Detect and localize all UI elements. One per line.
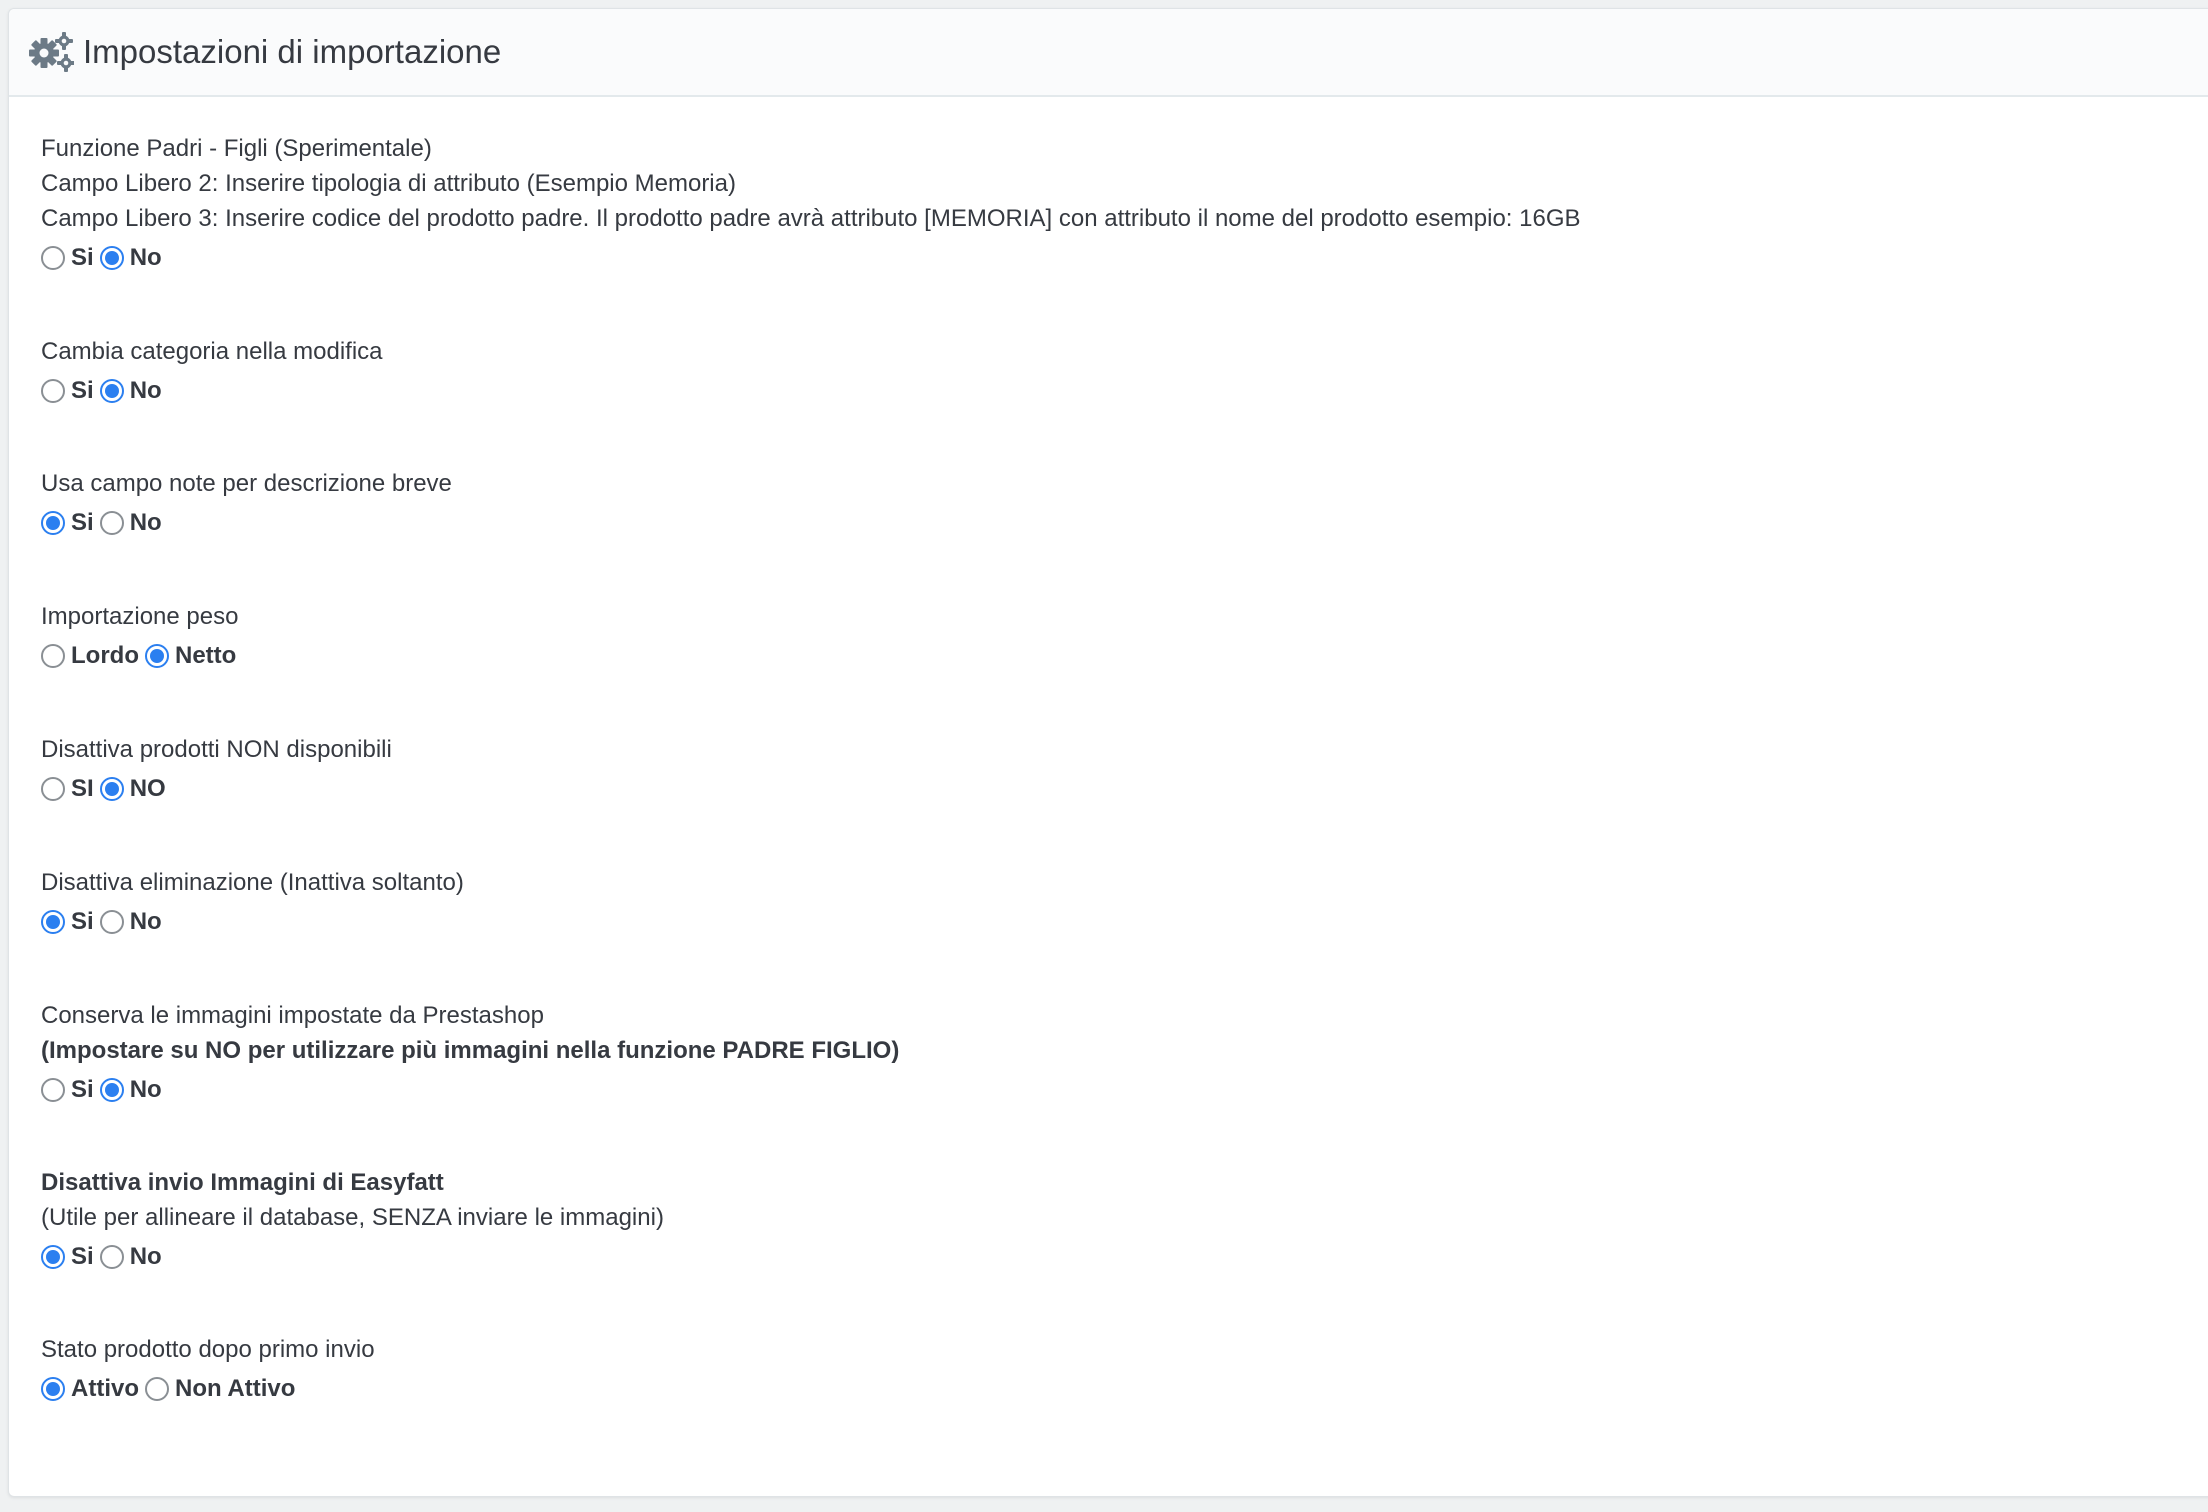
radio-button-netto[interactable]	[144, 644, 169, 668]
radio-group: Si No	[41, 1238, 664, 1276]
radio-button-no[interactable]	[99, 379, 124, 403]
radio-label[interactable]: Si	[71, 1076, 94, 1104]
setting-group: Usa campo note per descrizione breve Si No	[41, 466, 452, 542]
radio-label[interactable]: No	[130, 1076, 162, 1104]
radio-group: Attivo Non Attivo	[41, 1370, 375, 1408]
radio-label[interactable]: Si	[71, 908, 94, 936]
setting-description: (Utile per allineare il database, SENZA …	[41, 1204, 664, 1231]
setting-label: Disattiva invio Immagini di Easyfatt	[41, 1169, 444, 1196]
setting-label: Disattiva eliminazione (Inattiva soltant…	[41, 869, 464, 896]
radio-label[interactable]: No	[130, 377, 162, 405]
setting-group: Disattiva prodotti NON disponibili SI NO	[41, 732, 392, 808]
radio-group: Si No	[41, 504, 452, 542]
radio-button-attivo[interactable]	[41, 1377, 65, 1401]
radio-group: Lordo Netto	[41, 637, 242, 675]
radio-button-non-attivo[interactable]	[145, 1377, 169, 1401]
radio-button-no[interactable]	[99, 1245, 124, 1269]
setting-description: (Impostare su NO per utilizzare più imma…	[41, 1037, 900, 1064]
setting-label: Funzione Padri - Figli (Sperimentale)	[41, 135, 432, 162]
setting-group: Disattiva invio Immagini di Easyfatt (Uti…	[41, 1165, 664, 1276]
radio-button-no[interactable]	[99, 777, 124, 801]
radio-label[interactable]: Netto	[175, 642, 236, 670]
radio-group: SI NO	[41, 770, 392, 808]
panel-title: Impostazioni di importazione	[83, 33, 502, 70]
radio-label[interactable]: Lordo	[71, 642, 139, 670]
radio-button-si[interactable]	[41, 910, 65, 934]
setting-label: Usa campo note per descrizione breve	[41, 470, 452, 497]
setting-label: Importazione peso	[41, 603, 239, 630]
setting-group: Importazione peso Lordo Netto	[41, 599, 242, 675]
radio-button-no[interactable]	[99, 910, 124, 934]
radio-label[interactable]: Si	[71, 244, 94, 272]
radio-label[interactable]: No	[130, 1243, 162, 1271]
setting-description: Campo Libero 3: Inserire codice del prod…	[41, 205, 1581, 232]
radio-label[interactable]: Si	[71, 1243, 94, 1271]
setting-label: Disattiva prodotti NON disponibili	[41, 736, 392, 763]
radio-button-si[interactable]	[41, 1245, 65, 1269]
setting-group: Funzione Padri - Figli (Sperimentale) Cam…	[41, 131, 1581, 277]
radio-button-lordo[interactable]	[41, 644, 65, 668]
radio-label[interactable]: NO	[130, 775, 166, 803]
radio-button-no[interactable]	[99, 511, 124, 535]
radio-label[interactable]: Attivo	[71, 1375, 139, 1403]
setting-label: Stato prodotto dopo primo invio	[41, 1336, 375, 1363]
radio-label[interactable]: Non Attivo	[175, 1375, 295, 1403]
radio-group: Si No	[41, 239, 1581, 277]
gears-icon	[29, 32, 74, 72]
setting-group: Cambia categoria nella modifica Si No	[41, 334, 383, 410]
radio-button-si[interactable]	[41, 246, 65, 270]
radio-group: Si No	[41, 372, 383, 410]
radio-label[interactable]: No	[130, 908, 162, 936]
setting-group: Stato prodotto dopo primo invio Attivo Non…	[41, 1332, 375, 1408]
radio-label[interactable]: Si	[71, 377, 94, 405]
radio-label[interactable]: No	[130, 509, 162, 537]
radio-button-si[interactable]	[41, 777, 65, 801]
radio-label[interactable]: Si	[71, 509, 94, 537]
radio-button-no[interactable]	[99, 246, 124, 270]
radio-group: Si No	[41, 1071, 899, 1109]
radio-label[interactable]: No	[130, 244, 162, 272]
radio-button-si[interactable]	[41, 1078, 65, 1102]
radio-button-si[interactable]	[41, 379, 65, 403]
panel-heading: Impostazioni di importazione	[9, 9, 2208, 97]
radio-button-no[interactable]	[99, 1078, 124, 1102]
import-settings-panel: Impostazioni di importazione Funzione Pa…	[8, 8, 2208, 1497]
setting-description: Campo Libero 2: Inserire tipologia di at…	[41, 170, 736, 197]
setting-label: Cambia categoria nella modifica	[41, 338, 383, 365]
radio-label[interactable]: SI	[71, 775, 94, 803]
radio-button-si[interactable]	[41, 511, 65, 535]
radio-group: Si No	[41, 903, 464, 941]
setting-group: Disattiva eliminazione (Inattiva soltant…	[41, 865, 464, 941]
setting-label: Conserva le immagini impostate da Presta…	[41, 1002, 544, 1029]
setting-group: Conserva le immagini impostate da Presta…	[41, 998, 899, 1109]
